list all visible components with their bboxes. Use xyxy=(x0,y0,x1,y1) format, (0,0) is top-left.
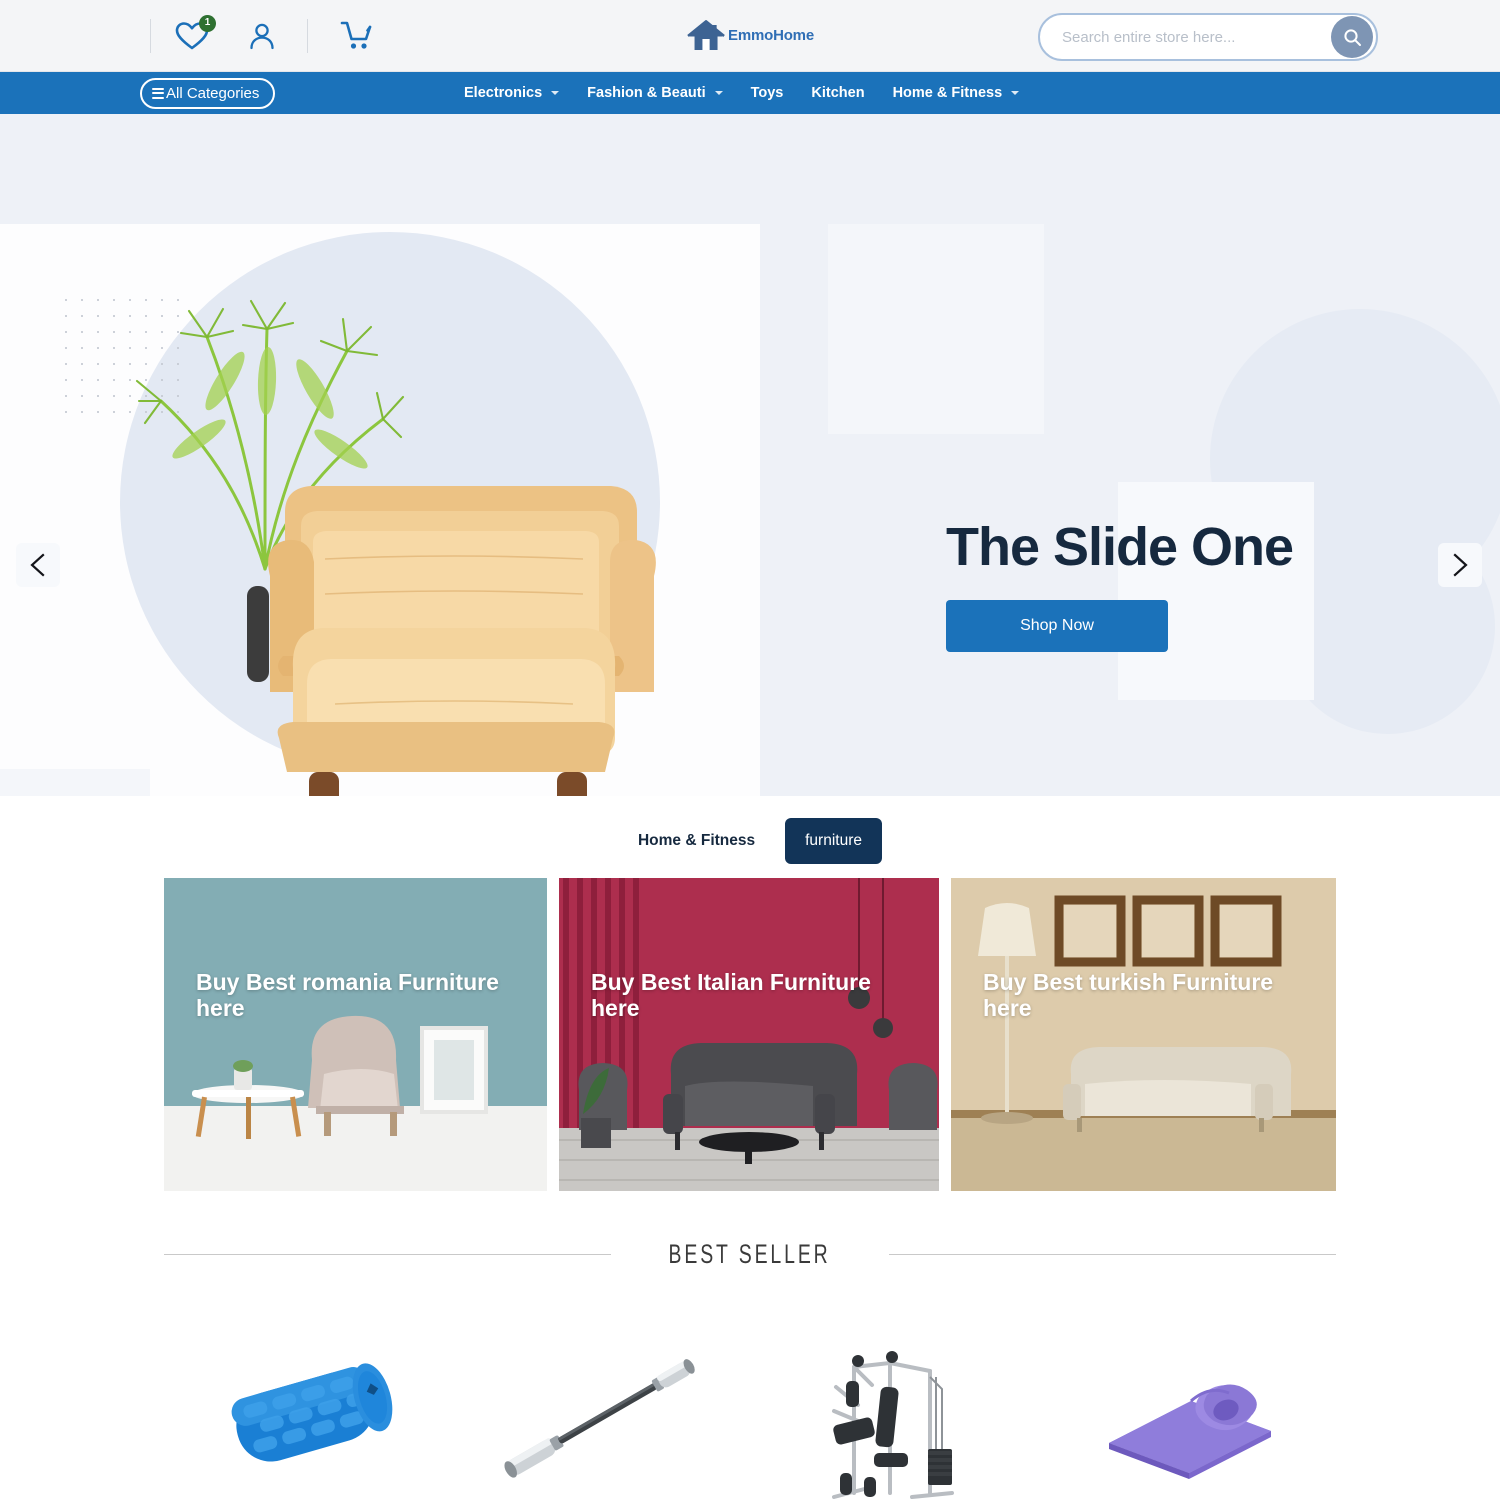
shop-now-button[interactable]: Shop Now xyxy=(946,599,1168,652)
search-bar[interactable] xyxy=(1038,13,1378,61)
nav-item-label: Electronics xyxy=(464,85,543,101)
barbell-image xyxy=(503,1359,695,1478)
divider-line xyxy=(888,1254,1336,1255)
product-card-barbell[interactable] xyxy=(457,1310,750,1500)
site-logo[interactable]: EmmoHome xyxy=(686,18,814,54)
search-input[interactable] xyxy=(1062,28,1331,46)
user-icon xyxy=(250,23,274,49)
category-tabs: Home & Fitness furniture xyxy=(0,796,1500,878)
hero-title: The Slide One xyxy=(946,517,1294,577)
chevron-left-icon xyxy=(30,553,45,577)
hero-text-block: The Slide One Shop Now xyxy=(946,519,1346,652)
banner-turkish[interactable]: Buy Best turkish Furniture here xyxy=(951,878,1336,1191)
nav-item-label: Fashion & Beauti xyxy=(587,85,706,101)
hero-product-image xyxy=(115,264,795,796)
chevron-down-icon xyxy=(714,91,723,95)
product-card-home-gym[interactable] xyxy=(750,1310,1043,1500)
chevron-down-icon xyxy=(1011,91,1020,95)
carousel-next-button[interactable] xyxy=(1438,543,1482,587)
product-card-foam-roller[interactable] xyxy=(164,1310,457,1500)
foam-roller-image xyxy=(231,1363,393,1462)
hero-decoration-square xyxy=(828,224,1044,434)
nav-links: Electronics Fashion & Beauti Toys Kitche… xyxy=(450,85,1033,101)
banner-romania[interactable]: Buy Best romania Furniture here xyxy=(164,878,547,1191)
nav-item-home-fitness[interactable]: Home & Fitness xyxy=(879,85,1034,101)
divider xyxy=(307,18,308,53)
yoga-mat-image xyxy=(1108,1384,1271,1479)
best-seller-products xyxy=(164,1310,1336,1500)
nav-item-label: Kitchen xyxy=(811,85,865,101)
product-card-yoga-mat[interactable] xyxy=(1043,1310,1336,1500)
nav-item-label: Home & Fitness xyxy=(892,85,1003,101)
banner-scene-italian xyxy=(559,878,939,1191)
carousel-prev-button[interactable] xyxy=(16,543,60,587)
house-logo-icon xyxy=(687,19,725,50)
wishlist-button[interactable]: 1 xyxy=(169,13,216,59)
tab-furniture[interactable]: furniture xyxy=(785,818,882,864)
section-title: BEST SELLER xyxy=(668,1239,832,1269)
top-header: 1 EmmoHome xyxy=(0,0,1500,72)
chevron-down-icon xyxy=(551,91,560,95)
nav-item-kitchen[interactable]: Kitchen xyxy=(797,85,878,101)
banner-title: Buy Best Italian Furniture here xyxy=(591,969,871,1021)
banner-scene-romania xyxy=(164,878,547,1191)
chevron-right-icon xyxy=(1453,553,1468,577)
all-categories-label: All Categories xyxy=(166,84,260,102)
nav-item-fashion-beauti[interactable]: Fashion & Beauti xyxy=(573,85,736,101)
all-categories-button[interactable]: All Categories xyxy=(140,77,276,109)
promo-banner-row: Buy Best romania Furniture here Buy Best… xyxy=(164,878,1336,1191)
best-seller-header: BEST SELLER xyxy=(164,1239,1336,1270)
hamburger-icon xyxy=(152,87,164,99)
divider-line xyxy=(164,1254,612,1255)
main-navigation: All Categories Electronics Fashion & Bea… xyxy=(0,72,1500,114)
search-submit-button[interactable] xyxy=(1331,16,1373,58)
cart-button[interactable] xyxy=(334,13,380,59)
wishlist-count-badge: 1 xyxy=(199,14,216,32)
banner-title: Buy Best turkish Furniture here xyxy=(983,969,1274,1021)
divider xyxy=(150,18,151,53)
nav-item-label: Toys xyxy=(750,85,784,101)
nav-item-toys[interactable]: Toys xyxy=(737,85,798,101)
header-utility-icons: 1 xyxy=(132,13,380,59)
shopping-cart-icon xyxy=(340,21,372,49)
account-button[interactable] xyxy=(239,13,285,59)
banner-title: Buy Best romania Furniture here xyxy=(196,969,499,1021)
banner-scene-turkish xyxy=(951,878,1336,1191)
nav-item-electronics[interactable]: Electronics xyxy=(450,85,573,101)
armchair-illustration xyxy=(247,486,656,796)
home-gym-machine-image xyxy=(831,1351,954,1499)
brand-name: EmmoHome xyxy=(728,27,814,44)
hero-carousel: The Slide One Shop Now xyxy=(0,114,1500,796)
search-icon xyxy=(1343,28,1361,46)
banner-italian[interactable]: Buy Best Italian Furniture here xyxy=(559,878,939,1191)
tab-home-fitness[interactable]: Home & Fitness xyxy=(618,818,775,864)
